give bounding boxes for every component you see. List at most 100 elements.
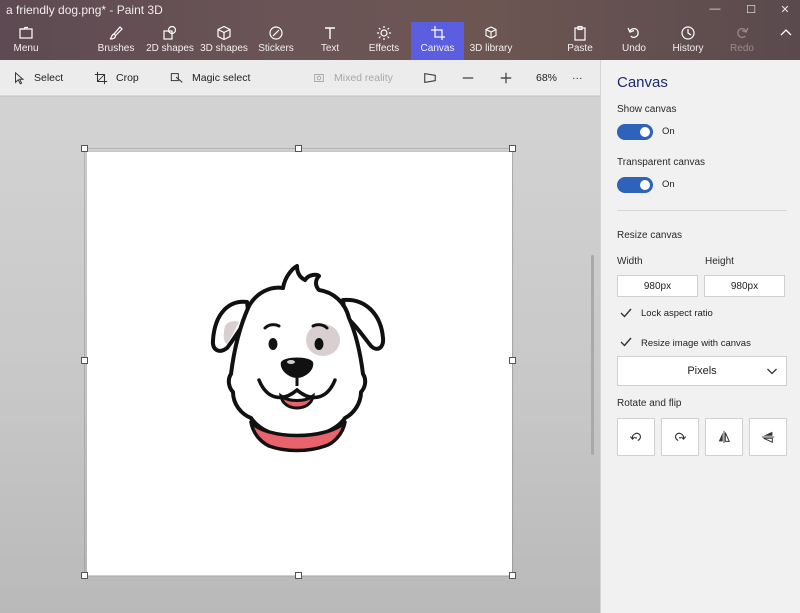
magic-select-icon (170, 73, 183, 83)
tab-stickers[interactable]: Stickers (256, 22, 296, 60)
zoom-out-button[interactable] (456, 60, 480, 96)
undo-label: Undo (622, 43, 646, 54)
transparent-canvas-toggle[interactable] (617, 177, 653, 193)
resize-handle-top[interactable] (295, 145, 302, 152)
tab-3d-library[interactable]: 3D library (468, 22, 514, 60)
canvas-toolbar: Select Crop Magic select Mixed reality 6… (0, 60, 600, 96)
minus-icon (462, 77, 474, 79)
tab-text[interactable]: Text (315, 22, 345, 60)
select-label: Select (34, 72, 64, 84)
tab-label: 2D shapes (146, 43, 194, 54)
cube-icon (217, 25, 231, 41)
chevron-up-icon (780, 29, 792, 36)
tab-label: Canvas (420, 43, 455, 54)
tab-label: Effects (368, 43, 400, 54)
dog-illustration (210, 264, 386, 453)
select-tool[interactable]: Select (12, 60, 63, 96)
clock-icon (681, 26, 695, 40)
height-label: Height (705, 256, 734, 267)
chevron-down-icon (767, 368, 777, 375)
rotate-right-button[interactable] (661, 418, 699, 456)
rotate-left-button[interactable] (617, 418, 655, 456)
tab-effects[interactable]: Effects (366, 22, 402, 60)
units-dropdown[interactable]: Pixels (617, 356, 787, 386)
redo-button[interactable]: Redo (725, 22, 759, 60)
minimize-button[interactable]: — (700, 0, 730, 18)
lock-aspect-checkbox[interactable] (619, 306, 633, 320)
units-value: Pixels (687, 365, 717, 377)
redo-label: Redo (730, 43, 754, 54)
tab-label: Stickers (258, 43, 294, 54)
brush-icon (109, 26, 123, 40)
history-button[interactable]: History (668, 22, 708, 60)
maximize-button[interactable]: ☐ (736, 0, 766, 18)
undo-button[interactable]: Undo (617, 22, 651, 60)
rotate-flip-label: Rotate and flip (617, 398, 682, 409)
text-icon (325, 27, 335, 39)
crop-tool[interactable]: Crop (94, 60, 139, 96)
lock-aspect-label: Lock aspect ratio (641, 308, 713, 319)
mixed-reality-label: Mixed reality (334, 72, 393, 84)
library-icon (485, 26, 497, 39)
view-icon (424, 73, 436, 83)
more-options-button[interactable]: ··· (572, 60, 583, 96)
collapse-ribbon-button[interactable] (776, 22, 796, 60)
shapes-2d-icon (163, 25, 177, 40)
flip-vertical-icon (761, 431, 775, 443)
zoom-level[interactable]: 68% (536, 60, 557, 96)
resize-handle-bottom-right[interactable] (509, 572, 516, 579)
tab-label: 3D shapes (200, 43, 248, 54)
resize-handle-top-right[interactable] (509, 145, 516, 152)
tab-label: Brushes (97, 43, 135, 54)
perspective-button[interactable] (418, 60, 442, 96)
canvas-icon (430, 26, 445, 40)
panel-divider (617, 210, 787, 211)
resize-handle-left[interactable] (81, 357, 88, 364)
folder-icon (19, 26, 33, 39)
magic-select-tool[interactable]: Magic select (170, 60, 250, 96)
zoom-in-button[interactable] (494, 60, 518, 96)
tab-brushes[interactable]: Brushes (96, 22, 136, 60)
rotate-right-icon (675, 432, 687, 442)
magic-select-label: Magic select (192, 72, 251, 84)
history-label: History (672, 43, 704, 54)
crop-label: Crop (116, 72, 139, 84)
window-title: a friendly dog.png* - Paint 3D (6, 3, 163, 17)
close-button[interactable]: ✕ (770, 0, 800, 18)
tab-label: Text (320, 43, 340, 54)
mixed-reality-icon (314, 74, 324, 82)
flip-horizontal-button[interactable] (705, 418, 743, 456)
plus-icon (500, 72, 512, 84)
resize-with-canvas-label: Resize image with canvas (641, 338, 751, 349)
resize-handle-right[interactable] (509, 357, 516, 364)
show-canvas-toggle[interactable] (617, 124, 653, 140)
cursor-icon (15, 71, 25, 85)
flip-horizontal-icon (718, 430, 730, 444)
crop-icon (94, 71, 108, 85)
ribbon: a friendly dog.png* - Paint 3D — ☐ ✕ Men… (0, 0, 800, 60)
tab-canvas[interactable]: Canvas (411, 22, 464, 60)
panel-title: Canvas (617, 74, 668, 91)
menu-button[interactable]: Menu (6, 22, 46, 60)
rotate-left-icon (629, 432, 641, 442)
tab-3d-shapes[interactable]: 3D shapes (200, 22, 248, 60)
redo-icon (737, 27, 749, 38)
width-input[interactable]: 980px (617, 275, 698, 297)
transparent-canvas-label: Transparent canvas (617, 157, 706, 168)
mixed-reality-tool[interactable]: Mixed reality (312, 60, 393, 96)
resize-handle-bottom[interactable] (295, 572, 302, 579)
show-canvas-label: Show canvas (617, 104, 677, 115)
resize-with-canvas-checkbox[interactable] (619, 335, 633, 349)
resize-handle-top-left[interactable] (81, 145, 88, 152)
flip-vertical-button[interactable] (749, 418, 787, 456)
tab-label: 3D library (469, 43, 513, 54)
resize-handle-bottom-left[interactable] (81, 572, 88, 579)
paste-button[interactable]: Paste (562, 22, 598, 60)
paste-label: Paste (567, 43, 593, 54)
transparent-canvas-state: On (662, 179, 675, 190)
undo-icon (627, 27, 639, 38)
tab-2d-shapes[interactable]: 2D shapes (146, 22, 194, 60)
vertical-scrollbar[interactable] (591, 255, 594, 455)
height-input[interactable]: 980px (704, 275, 785, 297)
resize-canvas-label: Resize canvas (617, 230, 683, 241)
